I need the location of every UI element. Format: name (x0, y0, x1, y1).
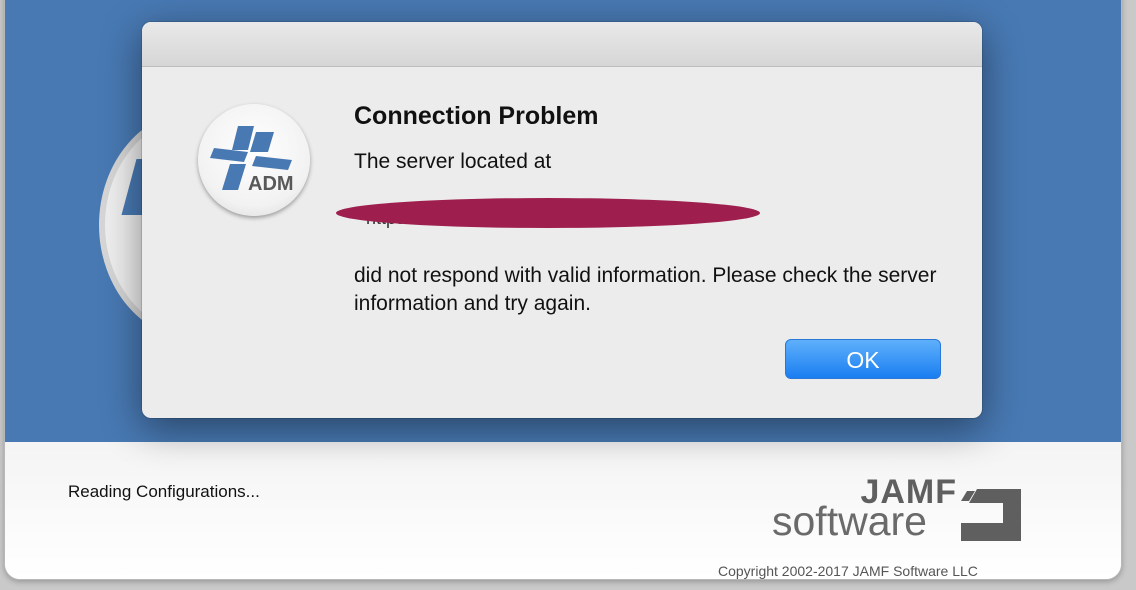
ok-button[interactable]: OK (785, 339, 941, 379)
jamf-logo-icon (961, 489, 1021, 541)
redaction-mark (336, 198, 760, 228)
brand-name-bottom: software (772, 498, 927, 544)
dialog-message: did not respond with valid information. … (354, 264, 937, 315)
jamf-software-logo: JAMF software (770, 475, 1025, 545)
connection-problem-dialog: ADM Connection Problem The server locate… (142, 22, 982, 418)
loading-status-text: Reading Configurations... (68, 482, 260, 501)
copyright-text: Copyright 2002-2017 JAMF Software LLC (718, 563, 978, 579)
screen: Reading Configurations... JAMF software … (0, 0, 1136, 590)
adm-icon-label: ADM (248, 173, 294, 195)
dialog-title: Connection Problem (354, 102, 599, 130)
dialog-intro-text: The server located at (354, 150, 552, 173)
adm-logo-icon: ADM (198, 104, 310, 216)
dialog-titlebar[interactable] (142, 22, 982, 67)
